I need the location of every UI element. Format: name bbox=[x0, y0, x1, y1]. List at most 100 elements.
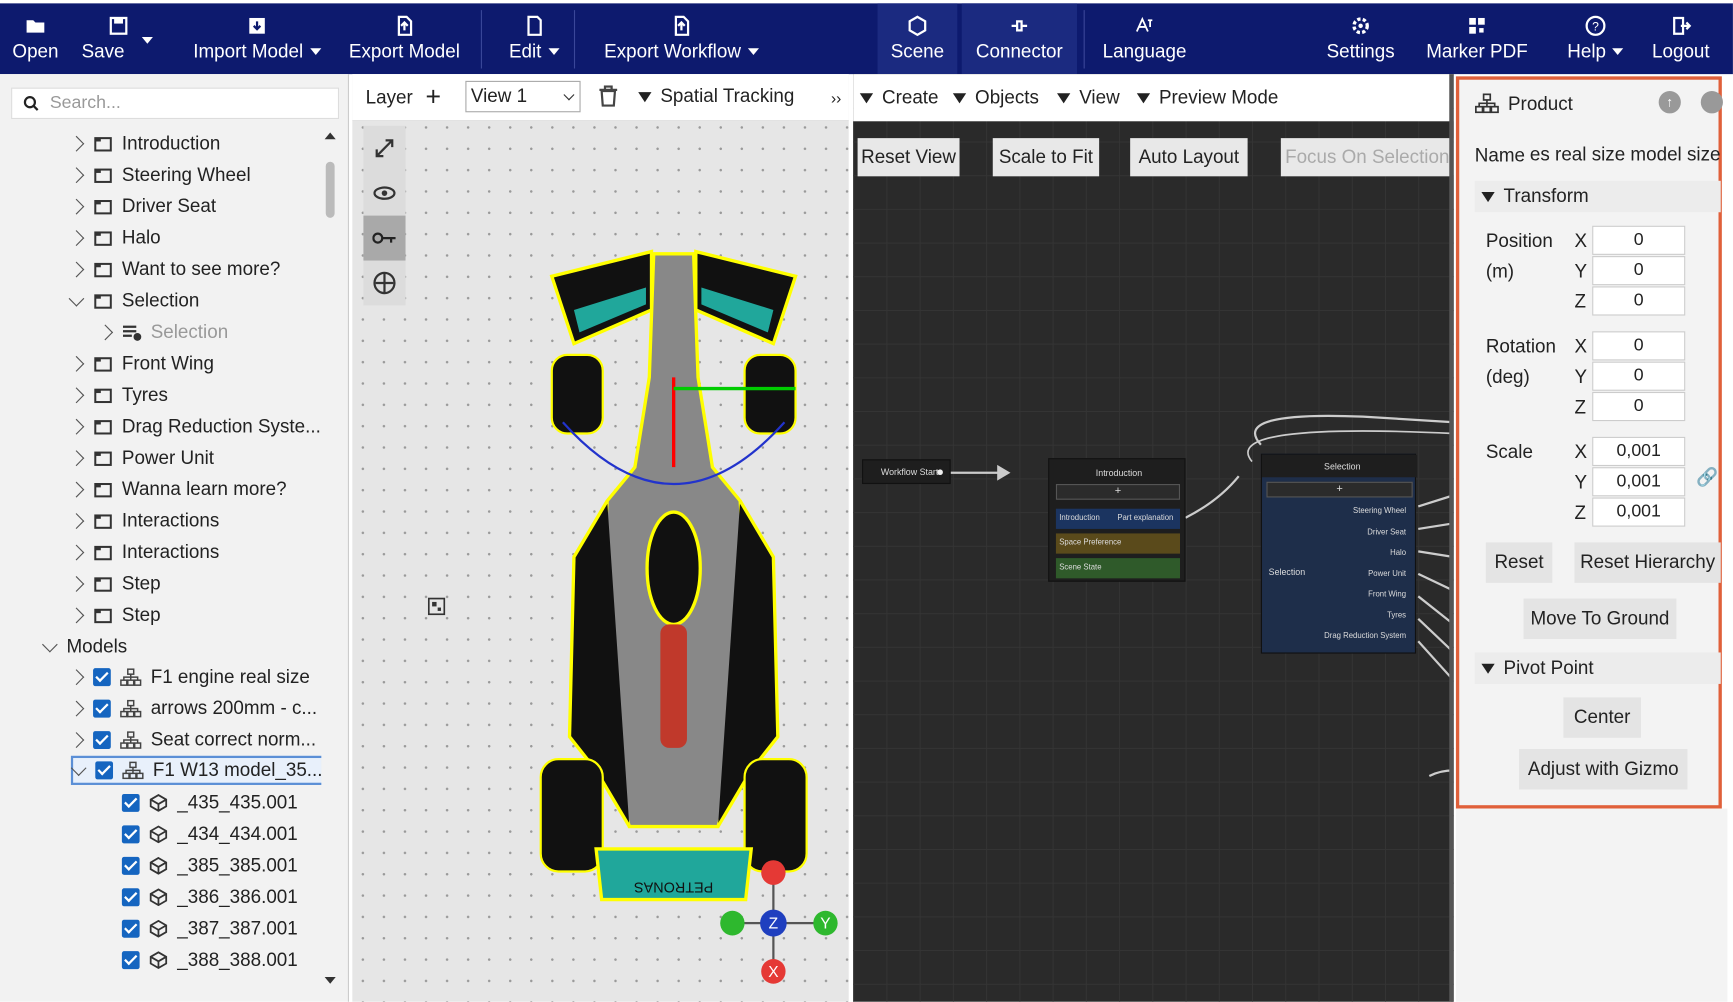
tree-item-step[interactable]: Front Wing bbox=[68, 348, 214, 379]
rotation-x-input[interactable]: 0 bbox=[1592, 331, 1686, 361]
chevron-right-icon[interactable] bbox=[68, 607, 85, 624]
tree-item-model[interactable]: F1 engine real size bbox=[68, 661, 310, 692]
chevron-right-icon[interactable] bbox=[68, 669, 85, 686]
move-gizmo-icon[interactable] bbox=[363, 261, 405, 306]
export-workflow-button[interactable]: Export Workflow bbox=[598, 3, 764, 74]
introduction-node[interactable]: Introduction + Introduction Part explanat… bbox=[1048, 458, 1186, 582]
position-y-input[interactable]: 0 bbox=[1592, 256, 1686, 286]
center-button[interactable]: Center bbox=[1563, 697, 1641, 738]
add-port-button[interactable]: + bbox=[1266, 481, 1413, 498]
space-preference-row[interactable]: Space Preference bbox=[1055, 533, 1181, 554]
axis-gizmo[interactable]: Z Y X bbox=[720, 860, 842, 984]
reset-hierarchy-button[interactable]: Reset Hierarchy bbox=[1574, 542, 1721, 583]
search-input[interactable]: Search... bbox=[11, 87, 340, 120]
view-select[interactable]: View 1 bbox=[465, 80, 581, 113]
scene-viewport[interactable]: Layer + View 1 Spatial Tracking ›› PETRO… bbox=[352, 74, 849, 1002]
chevron-right-icon[interactable] bbox=[68, 198, 85, 215]
visibility-checkbox[interactable] bbox=[121, 825, 140, 844]
workflow-graph[interactable]: Create Objects View Preview Mode Reset V… bbox=[853, 74, 1454, 1002]
tree-item-step[interactable]: Step bbox=[68, 568, 161, 599]
chevron-right-icon[interactable] bbox=[68, 450, 85, 467]
visibility-checkbox[interactable] bbox=[121, 888, 140, 907]
chevron-right-icon[interactable] bbox=[68, 418, 85, 435]
tree-item-mesh[interactable]: _386_386.001 bbox=[100, 882, 298, 913]
axis-y-neg-handle[interactable] bbox=[720, 910, 745, 936]
chevron-right-icon[interactable] bbox=[68, 135, 85, 152]
axis-y-handle[interactable]: Y bbox=[813, 910, 838, 936]
expand-panel-icon[interactable]: ›› bbox=[831, 88, 841, 106]
view-menu[interactable]: View bbox=[1057, 86, 1120, 108]
chevron-down-icon[interactable] bbox=[42, 636, 58, 653]
scale-z-input[interactable]: 0,001 bbox=[1592, 497, 1686, 527]
scroll-up-icon[interactable] bbox=[324, 132, 336, 140]
add-port-button[interactable]: + bbox=[1055, 484, 1181, 500]
save-button[interactable]: Save bbox=[80, 3, 158, 74]
tree-item-mesh[interactable]: _388_388.001 bbox=[100, 944, 298, 975]
tree-item-step[interactable]: Drag Reduction Syste... bbox=[68, 411, 321, 442]
adjust-with-gizmo-button[interactable]: Adjust with Gizmo bbox=[1519, 749, 1688, 790]
scroll-thumb[interactable] bbox=[325, 161, 335, 218]
export-model-button[interactable]: Export Model bbox=[346, 3, 463, 74]
chevron-right-icon[interactable] bbox=[68, 544, 85, 561]
tree-item-step[interactable]: Introduction bbox=[68, 128, 220, 159]
visibility-checkbox[interactable] bbox=[93, 731, 111, 750]
selection-node[interactable]: Selection + Selection Steering Wheel Driv… bbox=[1260, 453, 1418, 654]
chevron-right-icon[interactable] bbox=[68, 700, 85, 717]
visibility-checkbox[interactable] bbox=[121, 793, 140, 812]
tree-item-step[interactable]: Steering Wheel bbox=[68, 159, 251, 190]
axis-z-handle[interactable]: Z bbox=[760, 909, 787, 937]
auto-layout-button[interactable]: Auto Layout bbox=[1130, 138, 1248, 177]
tree-item-step[interactable]: Want to see more? bbox=[68, 254, 280, 285]
tree-item-step[interactable]: Tyres bbox=[68, 380, 168, 411]
reset-view-button[interactable]: Reset View bbox=[857, 138, 960, 177]
tree-item-step[interactable]: Selection bbox=[68, 285, 199, 316]
chevron-right-icon[interactable] bbox=[68, 230, 85, 247]
objects-menu[interactable]: Objects bbox=[952, 86, 1039, 108]
trash-icon[interactable] bbox=[598, 85, 618, 107]
open-button[interactable]: Open bbox=[9, 3, 62, 74]
create-menu[interactable]: Create bbox=[859, 86, 939, 108]
visibility-checkbox[interactable] bbox=[93, 668, 111, 687]
introduction-row[interactable]: Introduction Part explanation bbox=[1055, 508, 1181, 529]
position-z-input[interactable]: 0 bbox=[1592, 286, 1686, 316]
tree-item-models[interactable]: Models bbox=[42, 631, 127, 662]
workflow-start-node[interactable]: Workflow Start bbox=[862, 459, 951, 485]
add-layer-icon[interactable]: + bbox=[425, 81, 441, 112]
axis-x-neg-handle[interactable]: X bbox=[761, 959, 786, 984]
scale-y-input[interactable]: 0,001 bbox=[1592, 467, 1686, 497]
f1-car-model[interactable]: PETRONAS bbox=[530, 243, 818, 917]
focus-on-selection-button[interactable]: Focus On Selection bbox=[1280, 138, 1454, 177]
eye-icon[interactable] bbox=[363, 171, 405, 216]
tree-item-mesh[interactable]: _435_435.001 bbox=[100, 787, 298, 818]
visibility-checkbox[interactable] bbox=[93, 699, 111, 718]
visibility-checkbox[interactable] bbox=[121, 951, 140, 970]
key-icon[interactable] bbox=[363, 215, 406, 261]
chevron-right-icon[interactable] bbox=[68, 387, 85, 404]
visibility-checkbox[interactable] bbox=[121, 919, 140, 938]
name-field[interactable]: gles real size model size bbox=[1530, 138, 1721, 172]
link-icon[interactable]: 🔗 bbox=[1696, 466, 1718, 488]
tree-item-step[interactable]: Driver Seat bbox=[68, 191, 216, 222]
chevron-right-icon[interactable] bbox=[68, 167, 85, 184]
scroll-down-icon[interactable] bbox=[324, 977, 336, 984]
tree-item-selection-list[interactable]: Selection bbox=[97, 317, 228, 348]
tree-item-step[interactable]: Step bbox=[68, 600, 161, 631]
chevron-down-icon[interactable] bbox=[68, 290, 85, 307]
tree-item-step[interactable]: Halo bbox=[68, 222, 161, 253]
spatial-tracking-toggle[interactable]: Spatial Tracking bbox=[638, 85, 794, 107]
selection-output-row[interactable]: Driver Seat bbox=[1324, 523, 1406, 544]
connector-tab[interactable]: Connector bbox=[961, 3, 1077, 75]
selection-output-row[interactable]: Drag Reduction System bbox=[1324, 627, 1406, 648]
logout-button[interactable]: Logout bbox=[1646, 3, 1715, 74]
fullscreen-icon[interactable] bbox=[363, 126, 405, 171]
scene-state-row[interactable]: Scene State bbox=[1055, 558, 1181, 579]
pin-icon[interactable] bbox=[1700, 90, 1723, 114]
visibility-checkbox[interactable] bbox=[121, 856, 140, 875]
tree-item-model[interactable]: arrows 200mm - c... bbox=[68, 693, 317, 724]
chevron-right-icon[interactable] bbox=[68, 576, 85, 592]
help-button[interactable]: ? Help bbox=[1562, 3, 1628, 74]
selection-output-row[interactable]: Tyres bbox=[1324, 606, 1406, 627]
preview-mode-menu[interactable]: Preview Mode bbox=[1136, 86, 1278, 108]
visibility-checkbox[interactable] bbox=[95, 761, 114, 780]
scale-to-fit-button[interactable]: Scale to Fit bbox=[992, 138, 1100, 177]
